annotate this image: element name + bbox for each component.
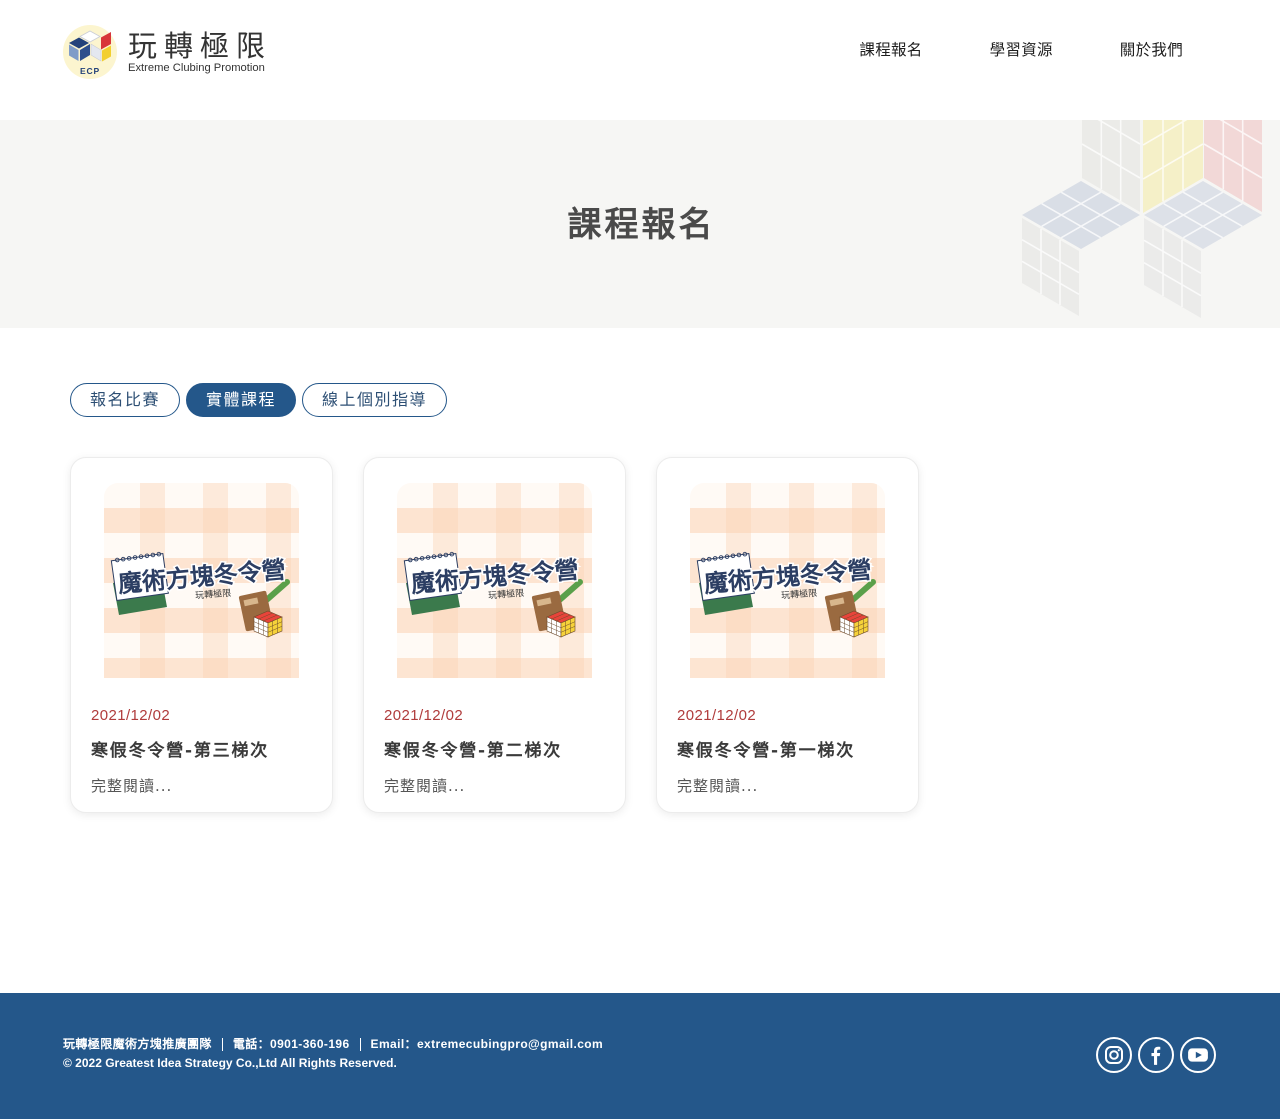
nav-item-course-signup[interactable]: 課程報名	[859, 40, 922, 60]
footer-email[interactable]: Email：extremecubingpro@gmail.com	[371, 1035, 604, 1054]
facebook-icon	[1151, 1046, 1161, 1065]
course-card-image[interactable]: 魔術方塊冬令營 玩轉極限	[104, 483, 299, 678]
social-links	[1096, 1037, 1216, 1073]
course-title[interactable]: 寒假冬令營-第二梯次	[384, 739, 562, 763]
course-card-image[interactable]: 魔術方塊冬令營 玩轉極限	[690, 483, 885, 678]
footer-info: 玩轉極限魔術方塊推廣團隊 電話：0901-360-196 Email：extre…	[63, 1035, 603, 1073]
youtube-icon	[1188, 1048, 1208, 1062]
camp-poster-image: 魔術方塊冬令營 玩轉極限	[104, 483, 299, 678]
nav-item-learning-resources[interactable]: 學習資源	[990, 40, 1053, 60]
nav-item-about-us[interactable]: 關於我們	[1120, 40, 1183, 60]
footer-phone: 電話：0901-360-196	[232, 1037, 350, 1051]
read-more-link[interactable]: 完整閱讀...	[677, 776, 758, 796]
course-card-list: 魔術方塊冬令營 玩轉極限 2021/12/02 寒假冬令營-第三梯次 完整閱讀.…	[70, 457, 919, 813]
tab-online-tutoring[interactable]: 線上個別指導	[302, 383, 448, 417]
facebook-link[interactable]	[1138, 1037, 1174, 1073]
logo-tagline: Extreme Clubing Promotion	[128, 62, 265, 74]
course-card-image[interactable]: 魔術方塊冬令營 玩轉極限	[397, 483, 592, 678]
logo-name: 玩轉極限	[128, 29, 273, 63]
page-title: 課程報名	[567, 205, 716, 245]
footer-copyright: © 2022 Greatest Idea Strategy Co.,Ltd Al…	[63, 1056, 397, 1070]
tab-competition-signup[interactable]: 報名比賽	[70, 383, 181, 417]
footer-contact-line: 玩轉極限魔術方塊推廣團隊 電話：0901-360-196 Email：extre…	[63, 1035, 603, 1054]
course-date: 2021/12/02	[384, 707, 464, 724]
course-title[interactable]: 寒假冬令營-第一梯次	[677, 739, 855, 763]
camp-poster-image: 魔術方塊冬令營 玩轉極限	[690, 483, 885, 678]
course-date: 2021/12/02	[91, 707, 171, 724]
main-nav: 課程報名 學習資源 關於我們	[859, 40, 1183, 60]
page-banner: 課程報名	[0, 120, 1280, 328]
course-card[interactable]: 魔術方塊冬令營 玩轉極限 2021/12/02 寒假冬令營-第三梯次 完整閱讀.…	[70, 457, 333, 813]
cube-logo-icon: ECP	[63, 25, 117, 79]
site-header: ECP 玩轉極限 Extreme Clubing Promotion 課程報名 …	[0, 0, 1280, 120]
read-more-link[interactable]: 完整閱讀...	[91, 776, 172, 796]
read-more-link[interactable]: 完整閱讀...	[384, 776, 465, 796]
course-card[interactable]: 魔術方塊冬令營 玩轉極限 2021/12/02 寒假冬令營-第二梯次 完整閱讀.…	[363, 457, 626, 813]
course-date: 2021/12/02	[677, 707, 757, 724]
footer-team-name: 玩轉極限魔術方塊推廣團隊	[63, 1037, 212, 1051]
youtube-link[interactable]	[1180, 1037, 1216, 1073]
instagram-icon	[1105, 1046, 1123, 1064]
site-logo[interactable]: ECP 玩轉極限 Extreme Clubing Promotion	[63, 25, 273, 81]
course-title[interactable]: 寒假冬令營-第三梯次	[91, 739, 269, 763]
footer-divider	[359, 1038, 361, 1051]
course-card[interactable]: 魔術方塊冬令營 玩轉極限 2021/12/02 寒假冬令營-第一梯次 完整閱讀.…	[656, 457, 919, 813]
site-footer: 玩轉極限魔術方塊推廣團隊 電話：0901-360-196 Email：extre…	[0, 993, 1280, 1119]
camp-poster-image: 魔術方塊冬令營 玩轉極限	[397, 483, 592, 678]
tab-in-person-courses[interactable]: 實體課程	[186, 383, 297, 417]
logo-badge: ECP	[80, 66, 100, 76]
instagram-link[interactable]	[1096, 1037, 1132, 1073]
category-tabs: 報名比賽 實體課程 線上個別指導	[70, 383, 448, 417]
course-list-section: 報名比賽 實體課程 線上個別指導 魔術方塊冬令營 玩轉極限 2021/12/02…	[0, 328, 1280, 993]
footer-divider	[221, 1038, 223, 1051]
